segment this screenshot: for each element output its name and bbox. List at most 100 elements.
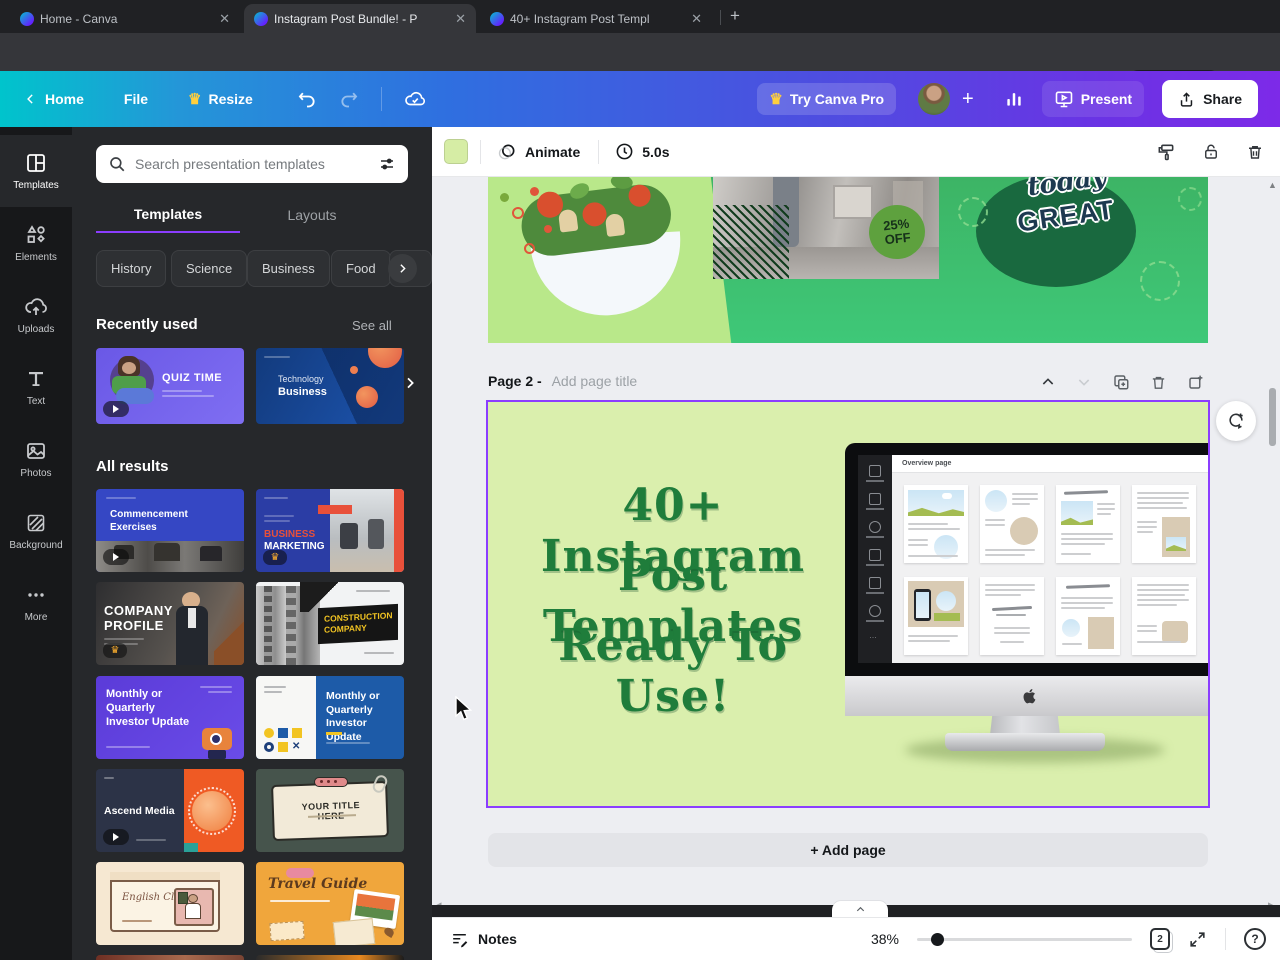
- page-1-design[interactable]: 25% OFF today GREAT: [488, 177, 1208, 343]
- undo-button[interactable]: [297, 89, 317, 109]
- tab-title: 40+ Instagram Post Templ: [510, 11, 650, 26]
- template-thumb-quiz-time[interactable]: QUIZ TIME: [96, 348, 244, 424]
- hscroll-left-arrow[interactable]: ◂: [436, 898, 442, 905]
- template-thumb-investor-update-purple[interactable]: Monthly or Quarterly Investor Update: [96, 676, 244, 759]
- resize-button[interactable]: ♛ Resize: [188, 91, 253, 107]
- move-page-up-icon[interactable]: [1040, 374, 1056, 390]
- chevron-right-icon: [400, 264, 406, 273]
- add-member-button[interactable]: +: [962, 88, 974, 111]
- panel-tab-layouts[interactable]: Layouts: [240, 197, 384, 233]
- hscroll-right-arrow[interactable]: ▸: [1268, 898, 1274, 905]
- panel-tab-templates[interactable]: Templates: [96, 197, 240, 233]
- browser-tab-templates[interactable]: 40+ Instagram Post Templ ✕: [480, 4, 712, 33]
- redo-icon: [341, 92, 358, 108]
- tab-close-icon[interactable]: ✕: [689, 11, 704, 27]
- duration-button[interactable]: 5.0s: [615, 142, 669, 161]
- design-title-line3[interactable]: Ready To Use!: [498, 620, 848, 722]
- recent-scroll-right-icon[interactable]: [402, 375, 418, 391]
- tab-close-icon[interactable]: ✕: [217, 11, 232, 27]
- duplicate-page-icon[interactable]: [1112, 373, 1130, 391]
- vscroll-up-arrow[interactable]: ▲: [1268, 180, 1277, 190]
- sidebar-item-uploads[interactable]: Uploads: [0, 279, 72, 351]
- imac-screen: … Overview page: [845, 443, 1208, 676]
- template-thumb-company-profile[interactable]: COMPANY PROFILE ♛: [96, 582, 244, 665]
- fullscreen-icon[interactable]: [1188, 930, 1207, 949]
- thumb-title: Travel Guide: [268, 876, 368, 892]
- notes-button[interactable]: Notes: [450, 930, 517, 949]
- chip-science[interactable]: Science: [171, 250, 248, 287]
- lock-button[interactable]: [1202, 143, 1220, 161]
- insights-button[interactable]: [1004, 89, 1024, 109]
- new-tab-button[interactable]: +: [730, 6, 740, 26]
- browser-tab-current[interactable]: Instagram Post Bundle! - P ✕: [244, 4, 476, 33]
- sidebar-item-more[interactable]: More: [0, 567, 72, 639]
- page-2-design[interactable]: 40+ Instagram Post Templates Ready To Us…: [486, 400, 1210, 808]
- search-input[interactable]: [135, 156, 369, 172]
- see-all-link[interactable]: See all: [352, 318, 392, 333]
- home-button[interactable]: Home: [24, 91, 84, 107]
- browser-tab-bar: Home - Canva ✕ Instagram Post Bundle! - …: [0, 0, 1280, 33]
- template-thumb-investor-update-blue[interactable]: ✕ Monthly or Quarterly Investor Update: [256, 676, 404, 759]
- try-canva-pro-button[interactable]: ♛ Try Canva Pro: [757, 83, 897, 115]
- delete-page-icon[interactable]: [1150, 374, 1167, 391]
- delete-button[interactable]: [1246, 143, 1264, 161]
- undo-icon: [298, 92, 315, 108]
- background-color-swatch[interactable]: [444, 139, 468, 164]
- template-thumb-travel-guide[interactable]: Travel Guide: [256, 862, 404, 945]
- search-box[interactable]: [96, 145, 408, 183]
- present-button[interactable]: Present: [1041, 81, 1145, 117]
- canva-favicon: [254, 11, 268, 26]
- tab-close-icon[interactable]: ✕: [453, 11, 468, 27]
- video-play-badge: [103, 829, 129, 845]
- add-page-button[interactable]: + Add page: [488, 833, 1208, 867]
- template-thumb-ascend-media[interactable]: Ascend Media: [96, 769, 244, 852]
- elements-icon: [27, 225, 45, 243]
- template-thumb-partial-left[interactable]: [96, 955, 244, 960]
- divider: [380, 87, 382, 111]
- sidebar-item-photos[interactable]: Photos: [0, 423, 72, 495]
- file-menu-button[interactable]: File: [124, 91, 148, 107]
- thumb-title: Monthly or Quarterly Investor Update: [326, 690, 380, 743]
- timeline-expand-handle[interactable]: [832, 901, 888, 918]
- grid-view-button[interactable]: 2: [1150, 928, 1170, 950]
- filter-icon[interactable]: [378, 155, 396, 173]
- redo-button[interactable]: [339, 89, 359, 109]
- avatar[interactable]: [918, 83, 951, 115]
- imac-mockup: … Overview page: [845, 443, 1208, 793]
- move-page-down-icon[interactable]: [1076, 374, 1092, 390]
- add-page-icon[interactable]: [1187, 373, 1205, 391]
- canva-favicon: [490, 11, 504, 26]
- thumb-title: CONSTRUCTION COMPANY: [324, 610, 393, 635]
- sidebar-item-elements[interactable]: Elements: [0, 207, 72, 279]
- template-thumb-business-marketing[interactable]: BUSINESS MARKETING ♛: [256, 489, 404, 572]
- template-thumb-partial-right[interactable]: [256, 955, 404, 960]
- zoom-slider[interactable]: [917, 932, 1132, 946]
- chip-food[interactable]: Food: [331, 250, 391, 287]
- template-thumb-english-class[interactable]: English Class: [96, 862, 244, 945]
- editor-canvas[interactable]: Animate 5.0s 25% OFF today GREAT Page 2 …: [432, 127, 1280, 905]
- animate-icon: [498, 144, 515, 159]
- help-button[interactable]: ?: [1244, 928, 1266, 950]
- template-thumb-technology-business[interactable]: Technology Business: [256, 348, 404, 424]
- sidebar-item-templates[interactable]: Templates: [0, 135, 72, 207]
- sidebar-item-text[interactable]: Text: [0, 351, 72, 423]
- save-status-button[interactable]: [404, 88, 426, 110]
- chip-business[interactable]: Business: [247, 250, 330, 287]
- chips-scroll-right-button[interactable]: [388, 254, 417, 283]
- comment-button[interactable]: [1216, 401, 1256, 441]
- share-button[interactable]: Share: [1162, 80, 1258, 118]
- animate-button[interactable]: Animate: [497, 142, 580, 162]
- template-thumb-your-title-here[interactable]: YOUR TITLE HERE: [256, 769, 404, 852]
- browser-tab-home[interactable]: Home - Canva ✕: [10, 4, 240, 33]
- copy-style-button[interactable]: [1156, 142, 1176, 162]
- sidebar-item-background[interactable]: Background: [0, 495, 72, 567]
- thumb-title: YOUR TITLE HERE: [301, 799, 361, 821]
- zoom-slider-knob[interactable]: [931, 933, 944, 946]
- template-thumb-commencement[interactable]: Commencement Exercises: [96, 489, 244, 572]
- trash-icon: [1249, 145, 1261, 159]
- salad-post-art: [488, 177, 741, 343]
- chip-history[interactable]: History: [96, 250, 167, 287]
- template-thumb-construction[interactable]: CONSTRUCTION COMPANY: [256, 582, 404, 665]
- page-title-placeholder[interactable]: Add page title: [552, 373, 638, 389]
- vscroll-thumb[interactable]: [1269, 388, 1276, 446]
